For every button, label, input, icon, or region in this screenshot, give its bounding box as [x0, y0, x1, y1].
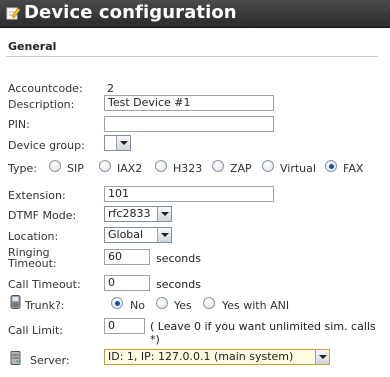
call-timeout-unit: seconds — [156, 278, 201, 291]
ringing-timeout-label-line2: Timeout: — [8, 257, 57, 270]
title-bar: Device configuration — [0, 0, 390, 28]
chevron-down-icon — [116, 136, 130, 150]
type-radio-virtual[interactable] — [262, 160, 274, 172]
pencil-icon — [6, 7, 20, 20]
type-option-iax2: IAX2 — [117, 162, 143, 175]
description-label: Description: — [8, 98, 75, 111]
type-label: Type: — [8, 162, 37, 175]
chevron-down-icon — [157, 228, 171, 242]
section-title-general: General — [8, 40, 57, 53]
type-option-h323: H323 — [173, 162, 203, 175]
type-radio-zap[interactable] — [212, 160, 224, 172]
type-radio-fax[interactable] — [325, 160, 337, 172]
extension-label: Extension: — [8, 189, 66, 202]
type-radio-h323[interactable] — [155, 160, 167, 172]
trunk-radio-yes-with-ani[interactable] — [203, 297, 215, 309]
location-label: Location: — [8, 230, 59, 243]
device-group-label: Device group: — [8, 139, 85, 152]
call-limit-note-end: *) — [150, 333, 160, 346]
location-value: Global — [108, 228, 144, 241]
trunk-radio-no[interactable] — [111, 297, 123, 309]
call-timeout-label: Call Timeout: — [8, 278, 81, 291]
extension-input[interactable]: 101 — [104, 186, 274, 202]
type-option-virtual: Virtual — [280, 162, 316, 175]
description-input[interactable]: Test Device #1 — [104, 95, 274, 111]
pin-input[interactable] — [104, 116, 274, 132]
call-timeout-input[interactable]: 0 — [104, 275, 150, 291]
call-limit-label: Call Limit: — [8, 324, 64, 337]
page-title: Device configuration — [24, 2, 237, 23]
ringing-timeout-unit: seconds — [156, 252, 201, 265]
server-select[interactable]: ID: 1, IP: 127.0.0.1 (main system) — [104, 349, 330, 365]
location-select[interactable]: Global — [104, 227, 172, 243]
type-radio-sip[interactable] — [49, 160, 61, 172]
ringing-timeout-input[interactable]: 60 — [104, 249, 150, 265]
section-divider — [6, 56, 378, 57]
type-option-sip: SIP — [67, 162, 84, 175]
type-radio-iax2[interactable] — [99, 160, 111, 172]
dtmf-mode-label: DTMF Mode: — [8, 209, 77, 222]
pin-label: PIN: — [8, 118, 30, 131]
type-option-fax: FAX — [343, 162, 364, 175]
dtmf-mode-value: rfc2833 — [108, 207, 151, 220]
accountcode-label: Accountcode: — [8, 82, 83, 95]
server-label: Server: — [30, 354, 70, 367]
trunk-radio-yes[interactable] — [156, 297, 168, 309]
server-value: ID: 1, IP: 127.0.0.1 (main system) — [108, 350, 294, 363]
chevron-down-icon — [157, 207, 171, 221]
dtmf-mode-select[interactable]: rfc2833 — [104, 206, 172, 222]
server-icon — [10, 351, 21, 365]
accountcode-value: 2 — [107, 82, 114, 95]
trunk-option-no: No — [130, 299, 145, 312]
type-option-zap: ZAP — [230, 162, 252, 175]
trunk-option-yes: Yes — [174, 299, 192, 312]
chevron-down-icon — [315, 350, 329, 364]
device-group-select[interactable] — [104, 135, 131, 151]
trunk-option-yes-with-ani: Yes with ANI — [222, 299, 290, 312]
call-limit-input[interactable]: 0 — [104, 318, 145, 334]
trunk-label: Trunk?: — [25, 299, 65, 312]
call-limit-note: ( Leave 0 if you want unlimited sim. cal… — [150, 320, 376, 333]
phone-icon — [10, 295, 21, 309]
